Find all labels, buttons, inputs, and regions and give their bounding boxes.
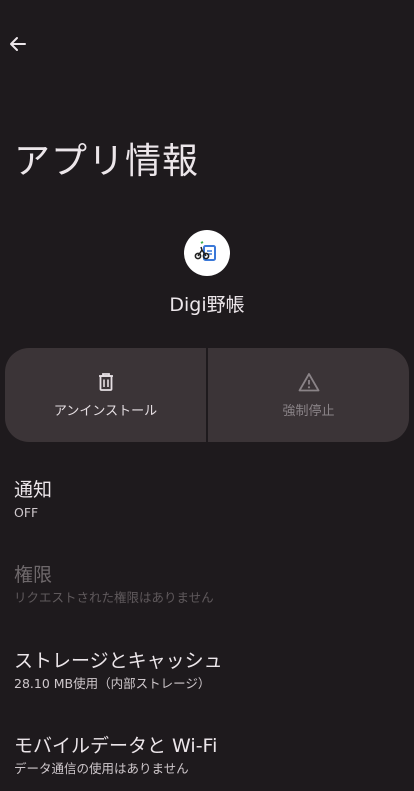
- setting-notifications[interactable]: 通知 OFF: [14, 478, 404, 522]
- setting-title: モバイルデータと Wi-Fi: [14, 735, 218, 757]
- setting-subtitle: データ通信の使用はありません: [14, 761, 189, 776]
- setting-title: 権限: [14, 564, 53, 586]
- app-name: Digi野帳: [169, 294, 245, 316]
- setting-permissions[interactable]: 権限 リクエストされた権限はありません: [14, 563, 404, 607]
- uninstall-button[interactable]: アンインストール: [5, 348, 206, 442]
- warning-triangle-icon: [298, 372, 319, 391]
- page-title: アプリ情報: [14, 141, 200, 182]
- app-logo-icon: [184, 230, 230, 276]
- arrow-left-icon: [10, 37, 26, 51]
- trash-icon: [98, 372, 113, 391]
- setting-subtitle: OFF: [14, 505, 39, 520]
- back-button[interactable]: [6, 30, 30, 58]
- force-stop-label: 強制停止: [282, 403, 335, 419]
- setting-mobile-data-wifi[interactable]: モバイルデータと Wi-Fi データ通信の使用はありません: [14, 734, 404, 778]
- action-bar: アンインストール 強制停止: [5, 348, 409, 442]
- setting-storage-cache[interactable]: ストレージとキャッシュ 28.10 MB使用（内部ストレージ）: [14, 649, 404, 693]
- setting-subtitle: 28.10 MB使用（内部ストレージ）: [14, 676, 211, 691]
- setting-subtitle: リクエストされた権限はありません: [14, 590, 214, 605]
- force-stop-button[interactable]: 強制停止: [208, 348, 409, 442]
- setting-title: 通知: [14, 479, 53, 501]
- uninstall-label: アンインストール: [53, 403, 158, 419]
- setting-title: ストレージとキャッシュ: [14, 650, 223, 672]
